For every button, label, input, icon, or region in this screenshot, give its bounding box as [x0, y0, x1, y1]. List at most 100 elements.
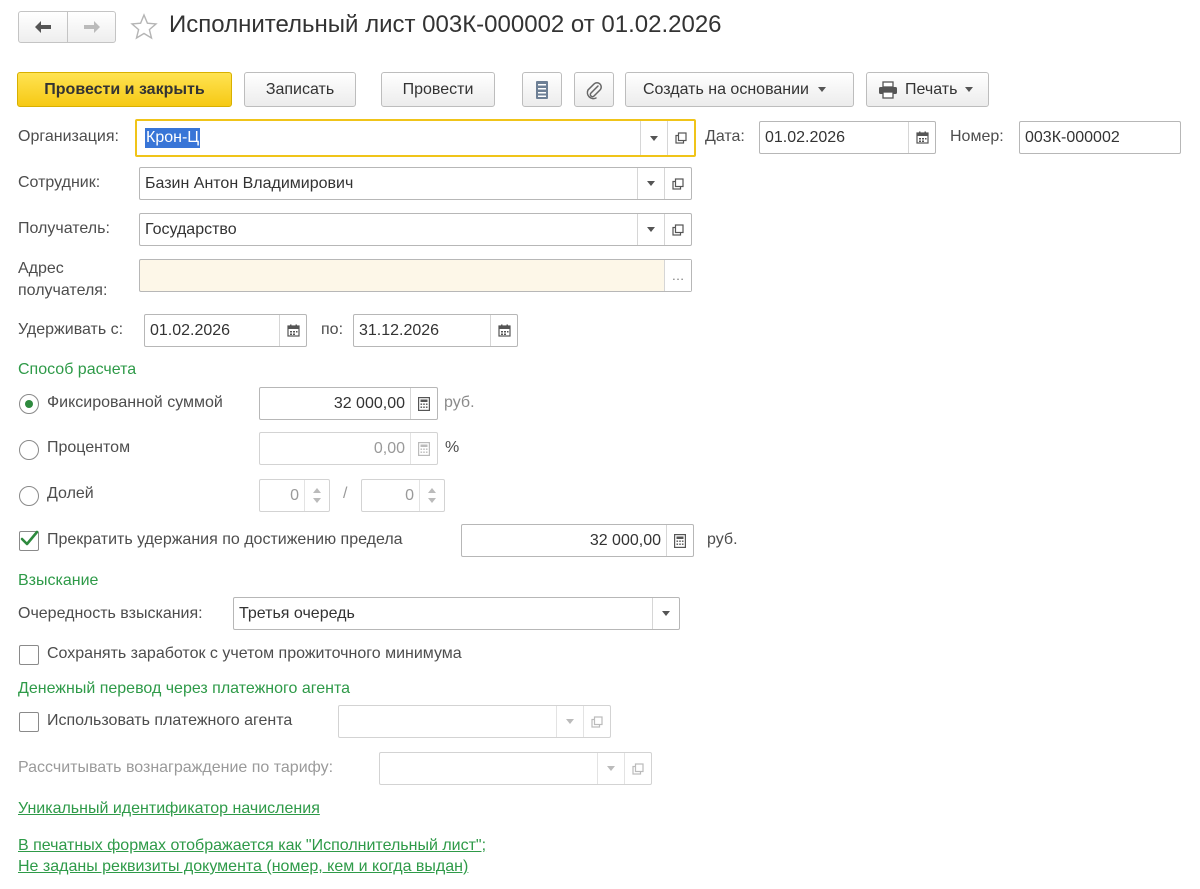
calculator-icon: [418, 396, 430, 411]
document-list-icon: [536, 80, 548, 99]
withhold-from-calendar-button[interactable]: [279, 315, 306, 346]
calculator-icon: [674, 533, 686, 548]
recipient-address-label-line1: Адрес: [18, 260, 64, 277]
stop-at-limit-checkbox[interactable]: [19, 530, 39, 551]
shares-radio[interactable]: [19, 486, 39, 506]
page-title: Исполнительный лист 003К-000002 от 01.02…: [169, 11, 722, 38]
create-based-on-button[interactable]: Создать на основании: [625, 72, 854, 107]
limit-amount-field[interactable]: 32 000,00: [461, 524, 694, 557]
percent-calculator-button[interactable]: [410, 433, 437, 464]
print-forms-link-line1[interactable]: В печатных формах отображается как "Испо…: [18, 835, 486, 856]
collection-priority-field[interactable]: Третья очередь: [233, 597, 680, 630]
fixed-sum-calculator-button[interactable]: [410, 388, 437, 419]
date-field[interactable]: 01.02.2026: [759, 121, 936, 154]
limit-amount-value: 32 000,00: [589, 532, 661, 549]
open-window-icon: [632, 762, 644, 775]
chevron-down-icon: [662, 611, 670, 616]
shares-numerator-value: 0: [290, 487, 299, 504]
tariff-dropdown-button[interactable]: [597, 753, 624, 784]
tariff-label: Рассчитывать вознаграждение по тарифу:: [18, 759, 334, 776]
number-field[interactable]: 003К-000002: [1019, 121, 1181, 154]
number-label: Номер:: [950, 128, 1004, 145]
limit-unit: руб.: [707, 531, 738, 548]
withhold-to-value: 31.12.2026: [359, 322, 440, 339]
chevron-down-icon: [566, 719, 574, 724]
collection-priority-value: Третья очередь: [239, 605, 355, 622]
shares-denominator-field[interactable]: 0: [361, 479, 445, 512]
organization-label: Организация:: [18, 128, 119, 145]
chevron-down-icon: [647, 181, 655, 186]
payment-agent-field[interactable]: [338, 705, 611, 738]
percent-field[interactable]: 0,00: [259, 432, 438, 465]
tariff-open-button[interactable]: [624, 753, 651, 784]
recipient-address-field[interactable]: …: [139, 259, 692, 292]
spinner-up-icon: [428, 488, 436, 493]
fixed-sum-field[interactable]: 32 000,00: [259, 387, 438, 420]
use-payment-agent-checkbox[interactable]: [19, 712, 39, 732]
employee-label: Сотрудник:: [18, 174, 101, 191]
withhold-from-field[interactable]: 01.02.2026: [144, 314, 307, 347]
employee-dropdown-button[interactable]: [637, 168, 664, 199]
spinner-up-icon: [313, 488, 321, 493]
print-forms-link-line2[interactable]: Не заданы реквизиты документа (номер, ке…: [18, 856, 468, 877]
calendar-icon: [497, 324, 511, 337]
favorite-star[interactable]: [130, 13, 158, 41]
calc-method-section-title: Способ расчета: [18, 361, 137, 378]
open-window-icon: [675, 132, 687, 144]
nav-group: [18, 11, 116, 43]
keep-minimum-checkbox[interactable]: [19, 645, 39, 665]
save-button[interactable]: Записать: [244, 72, 356, 107]
organization-field[interactable]: Крон-Ц: [135, 119, 696, 157]
star-icon: [130, 13, 158, 40]
arrow-left-icon: [35, 21, 51, 33]
post-and-close-button[interactable]: Провести и закрыть: [17, 72, 232, 107]
print-button[interactable]: Печать: [866, 72, 989, 107]
organization-dropdown-button[interactable]: [640, 121, 667, 155]
checkmark-icon: [20, 530, 39, 546]
shares-numerator-spinner[interactable]: [304, 480, 329, 511]
printer-icon: [879, 80, 897, 99]
withhold-to-field[interactable]: 31.12.2026: [353, 314, 518, 347]
date-calendar-button[interactable]: [908, 122, 935, 153]
calculator-icon: [418, 441, 430, 456]
collection-priority-label: Очередность взыскания:: [18, 605, 203, 622]
forward-button[interactable]: [68, 12, 116, 42]
recipient-dropdown-button[interactable]: [637, 214, 664, 245]
fixed-sum-label: Фиксированной суммой: [47, 394, 223, 411]
employee-field[interactable]: Базин Антон Владимирович: [139, 167, 692, 200]
payment-agent-open-button[interactable]: [583, 706, 610, 737]
arrow-right-icon: [84, 21, 100, 33]
accrual-id-link[interactable]: Уникальный идентификатор начисления: [18, 798, 320, 819]
shares-denominator-spinner[interactable]: [419, 480, 444, 511]
employee-value: Базин Антон Владимирович: [145, 175, 354, 192]
employee-open-button[interactable]: [664, 168, 691, 199]
spinner-down-icon: [313, 498, 321, 503]
limit-calculator-button[interactable]: [666, 525, 693, 556]
post-button[interactable]: Провести: [381, 72, 495, 107]
recipient-open-button[interactable]: [664, 214, 691, 245]
shares-denominator-value: 0: [405, 487, 414, 504]
paperclip-icon: [586, 81, 602, 99]
spinner-down-icon: [428, 498, 436, 503]
chevron-down-icon: [965, 87, 974, 92]
report-button[interactable]: [522, 72, 562, 107]
fixed-sum-value: 32 000,00: [333, 395, 405, 412]
collection-priority-dropdown-button[interactable]: [652, 598, 679, 629]
tariff-field[interactable]: [379, 752, 652, 785]
chevron-down-icon: [650, 135, 658, 141]
fixed-sum-unit: руб.: [444, 394, 475, 411]
attachments-button[interactable]: [574, 72, 614, 107]
payment-agent-dropdown-button[interactable]: [556, 706, 583, 737]
percent-radio[interactable]: [19, 440, 39, 460]
fixed-sum-radio[interactable]: [19, 394, 39, 414]
recipient-label: Получатель:: [18, 220, 110, 237]
percent-label: Процентом: [47, 439, 131, 456]
percent-value: 0,00: [373, 440, 405, 457]
recipient-field[interactable]: Государство: [139, 213, 692, 246]
shares-numerator-field[interactable]: 0: [259, 479, 330, 512]
back-button[interactable]: [19, 12, 68, 42]
organization-open-button[interactable]: [667, 121, 694, 155]
keep-minimum-label: Сохранять заработок с учетом прожиточног…: [47, 645, 462, 662]
recipient-address-select-button[interactable]: …: [664, 260, 691, 291]
withhold-to-calendar-button[interactable]: [490, 315, 517, 346]
